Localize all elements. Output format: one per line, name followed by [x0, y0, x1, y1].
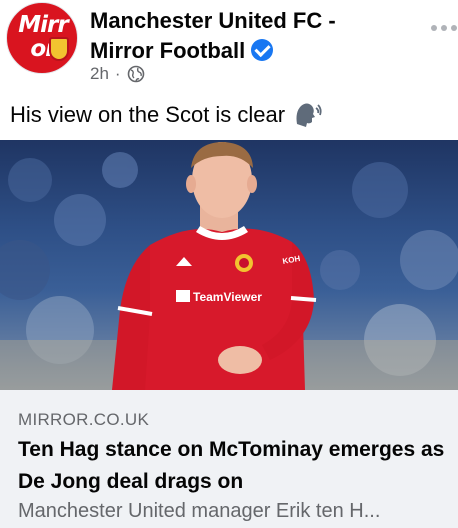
more-dot: [441, 25, 447, 31]
club-crest-icon: [49, 37, 69, 61]
more-options-icon[interactable]: [430, 18, 458, 38]
post-meta: 2h ·: [90, 64, 145, 84]
link-preview[interactable]: MIRROR.CO.UK Ten Hag stance on McTominay…: [0, 390, 458, 528]
post-header: Mirr or Manchester United FC - Mirror Fo…: [0, 0, 458, 90]
post-time[interactable]: 2h: [90, 64, 109, 84]
more-dot: [451, 25, 457, 31]
link-title[interactable]: Ten Hag stance on McTominay emerges as D…: [18, 434, 454, 498]
link-domain: MIRROR.CO.UK: [18, 410, 150, 429]
mirror-logo-line1: Mirr: [18, 12, 68, 38]
link-description: Manchester United manager Erik ten H...: [18, 500, 381, 522]
meta-separator: ·: [114, 64, 121, 83]
speaking-head-icon: [296, 103, 322, 127]
globe-icon[interactable]: [127, 65, 145, 83]
player-photo: TeamViewer KOH: [0, 142, 458, 390]
page-avatar[interactable]: Mirr or: [6, 2, 78, 74]
verified-badge-icon: [251, 39, 274, 61]
link-image[interactable]: TeamViewer KOH: [0, 140, 458, 390]
page-name[interactable]: Manchester United FC - Mirror Football: [90, 6, 390, 66]
caption-text: His view on the Scot is clear: [10, 102, 286, 127]
shirt-sponsor: TeamViewer: [193, 290, 262, 304]
more-dot: [431, 25, 437, 31]
page-name-line2[interactable]: Mirror Football: [90, 38, 245, 63]
post-caption: His view on the Scot is clear: [10, 100, 323, 130]
page-name-line1[interactable]: Manchester United FC -: [90, 6, 390, 36]
